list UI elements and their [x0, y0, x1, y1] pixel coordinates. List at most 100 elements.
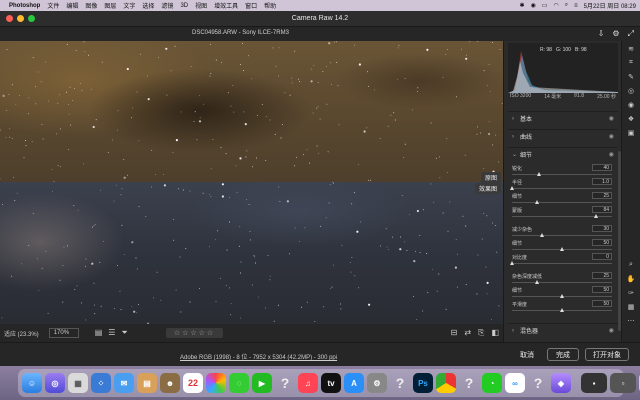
unknown-app-icon-2[interactable]: ?	[390, 373, 410, 393]
menu-image[interactable]: 图像	[85, 1, 97, 10]
slider-thumb[interactable]	[540, 233, 544, 237]
slider-thumb[interactable]	[560, 308, 564, 312]
facetime-icon[interactable]: ▶	[252, 373, 272, 393]
slider-noise-detail[interactable]: 细节 50	[512, 239, 612, 253]
slider-track[interactable]	[512, 282, 612, 283]
finder-icon[interactable]: ☺	[22, 373, 42, 393]
status-battery-icon[interactable]: ▭	[542, 2, 548, 9]
filter-icon[interactable]: ⏷	[121, 328, 127, 338]
menu-select[interactable]: 选择	[142, 1, 154, 10]
presets-icon[interactable]: ❖	[628, 115, 634, 123]
edit-sliders-icon[interactable]: ≋	[628, 45, 634, 53]
messages-icon[interactable]: ◌	[229, 373, 249, 393]
chrome-icon[interactable]	[436, 373, 456, 393]
multicolor-apps-icon[interactable]: ⁘	[91, 373, 111, 393]
slider-track[interactable]	[512, 263, 612, 264]
settings-gear-icon[interactable]: ⚙	[612, 29, 619, 39]
section-basic[interactable]: › 基本 ◉	[508, 111, 618, 125]
save-icon[interactable]: ⇩	[598, 29, 605, 39]
slider-thumb[interactable]	[594, 214, 598, 218]
copy-settings-icon[interactable]: ⎘	[478, 328, 484, 338]
close-button[interactable]	[6, 15, 13, 22]
mail-icon[interactable]: ✉	[114, 373, 134, 393]
slider-noise-contrast[interactable]: 对比度 0	[510, 253, 612, 267]
before-after-toggle-icon[interactable]: ⊟	[451, 328, 458, 338]
menu-layer[interactable]: 图层	[104, 1, 116, 10]
open-object-button[interactable]: 打开对象	[585, 348, 629, 361]
menu-3d[interactable]: 3D	[180, 3, 188, 9]
visibility-eye-icon[interactable]: ◉	[609, 327, 614, 334]
menu-help[interactable]: 帮助	[264, 1, 276, 10]
slider-radius[interactable]: 半径 1.0	[510, 178, 612, 192]
status-search-icon[interactable]: ⌕	[565, 2, 568, 9]
menu-type[interactable]: 文字	[123, 1, 135, 10]
menu-app-name[interactable]: Photoshop	[9, 3, 40, 9]
unknown-app-icon[interactable]: ?	[275, 373, 295, 393]
slider-detail[interactable]: 细节 25	[512, 192, 612, 206]
baidu-netdisk-icon[interactable]: ∞	[505, 373, 525, 393]
slider-thumb[interactable]	[560, 247, 564, 251]
menu-file[interactable]: 文件	[47, 1, 59, 10]
slider-value-input[interactable]: 50	[592, 286, 612, 293]
photos-icon[interactable]	[206, 373, 226, 393]
color-sampler-icon[interactable]: ✑	[628, 289, 634, 297]
compare-view-icon[interactable]: ◧	[491, 328, 499, 338]
slider-color-detail[interactable]: 细节 50	[512, 286, 612, 300]
slider-value-input[interactable]: 25	[592, 192, 612, 199]
filmstrip-icon[interactable]: ▤	[95, 328, 103, 338]
star-rating[interactable]: ☆☆☆☆☆	[165, 328, 224, 338]
diamond-app-icon[interactable]: ◆	[551, 373, 571, 393]
red-eye-icon[interactable]: ◉	[628, 101, 634, 109]
sort-icon[interactable]: ☰	[108, 328, 115, 338]
section-color-mixer[interactable]: › 混色器 ◉	[508, 323, 618, 337]
fullscreen-button[interactable]	[28, 15, 35, 22]
zoom-tool-icon[interactable]: ⌕	[629, 261, 633, 269]
slider-value-input[interactable]: 50	[592, 300, 612, 307]
slider-thumb[interactable]	[535, 280, 539, 284]
slider-thumb[interactable]	[560, 294, 564, 298]
snapshots-icon[interactable]: ▣	[628, 129, 635, 137]
calendar-icon[interactable]: 22	[183, 373, 203, 393]
notes-icon[interactable]: ▤	[137, 373, 157, 393]
slider-value-input[interactable]: 0	[592, 253, 612, 260]
image-preview[interactable]: 原图 效果图	[0, 41, 503, 324]
slider-track[interactable]	[512, 202, 612, 203]
siri-icon[interactable]: ◎	[45, 373, 65, 393]
status-control-center-icon[interactable]: ≡	[574, 3, 578, 9]
menu-plugins[interactable]: 增效工具	[214, 1, 238, 10]
zoom-select[interactable]: 170%	[48, 328, 79, 338]
contacts-icon[interactable]: ☻	[160, 373, 180, 393]
slider-thumb[interactable]	[510, 261, 514, 265]
slider-value-input[interactable]: 40	[592, 164, 612, 171]
slider-thumb[interactable]	[537, 172, 541, 176]
unknown-app-icon-4[interactable]: ?	[528, 373, 548, 393]
recent-window-icon-2[interactable]: ▫	[610, 373, 636, 393]
section-detail[interactable]: ⌄ 细节 ◉	[508, 147, 618, 161]
slider-value-input[interactable]: 25	[592, 272, 612, 279]
menu-window[interactable]: 窗口	[245, 1, 257, 10]
photoshop-icon[interactable]: Ps	[413, 373, 433, 393]
after-tag[interactable]: 效果图	[474, 183, 501, 194]
hand-tool-icon[interactable]: ✋	[627, 275, 636, 283]
more-icon[interactable]: ⋯	[628, 317, 635, 325]
menu-filter[interactable]: 滤镜	[161, 1, 173, 10]
slider-track[interactable]	[512, 174, 612, 175]
slider-value-input[interactable]: 50	[592, 239, 612, 246]
zoom-fit-label[interactable]: 适应 (23.3%)	[4, 329, 39, 338]
status-wechat-icon[interactable]: ◉	[531, 2, 536, 9]
visibility-eye-icon[interactable]: ◉	[609, 133, 614, 140]
slider-track[interactable]	[512, 188, 612, 189]
status-bluetooth-icon[interactable]: ✱	[520, 2, 525, 9]
slider-sharpen[interactable]: 锐化 40	[512, 164, 612, 178]
launchpad-icon[interactable]: ▦	[68, 373, 88, 393]
slider-noise-reduction[interactable]: 减少杂色 30	[512, 225, 612, 239]
music-icon[interactable]: ♫	[298, 373, 318, 393]
mask-icon[interactable]: ◎	[628, 87, 634, 95]
section-curve[interactable]: › 曲线 ◉	[508, 129, 618, 143]
wechat-icon[interactable]: ◔	[482, 373, 502, 393]
slider-value-input[interactable]: 1.0	[592, 178, 612, 185]
minimize-button[interactable]	[17, 15, 24, 22]
slider-smoothness[interactable]: 平滑度 50	[512, 300, 612, 314]
fullscreen-icon[interactable]: ⤢	[628, 29, 634, 39]
status-wifi-icon[interactable]: ◠	[553, 2, 558, 9]
